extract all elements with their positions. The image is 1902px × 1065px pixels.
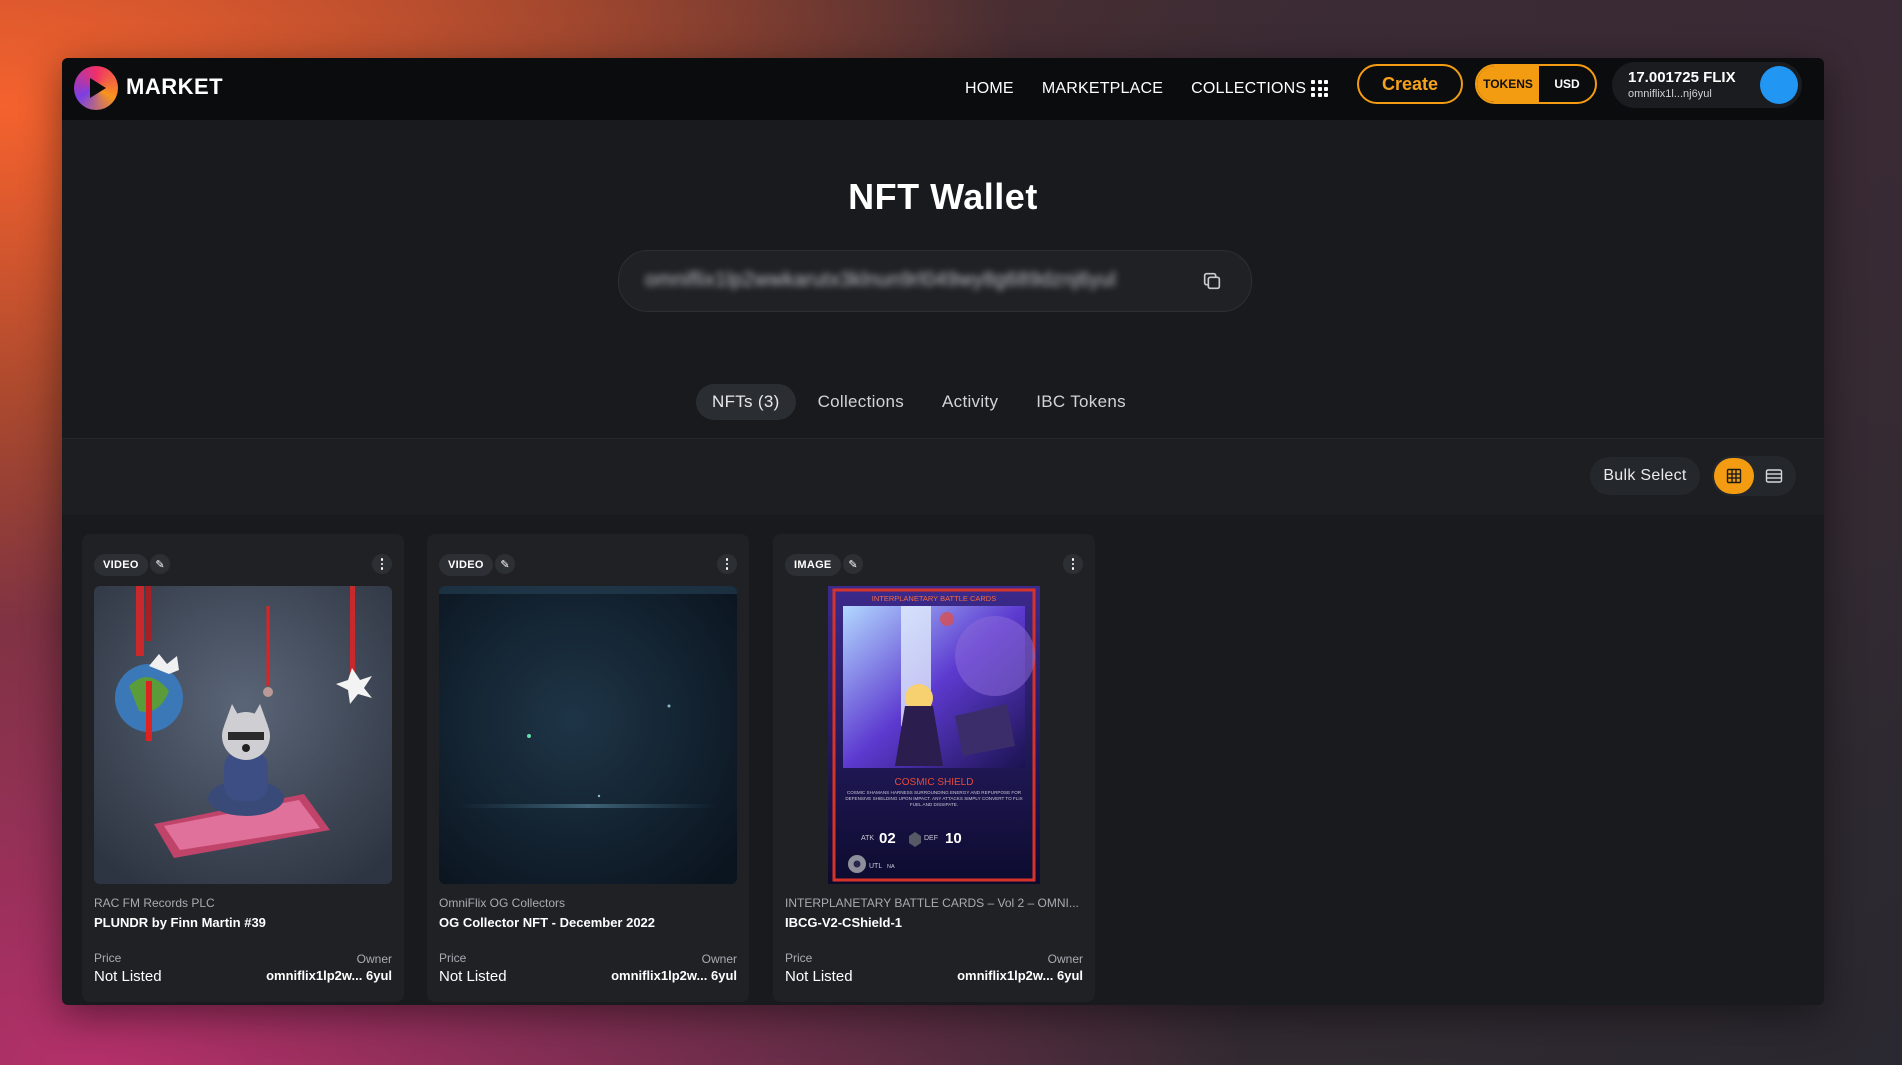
price-label: Price [94, 951, 122, 965]
owner-label: Owner [356, 952, 392, 966]
nft-name[interactable]: PLUNDR by Finn Martin #39 [94, 915, 266, 930]
toggle-usd[interactable]: USD [1539, 66, 1595, 102]
price-label: Price [785, 951, 813, 965]
nft-card[interactable]: IMAGE ✎ INTERPLANETARY BATTLE CARDS COSM… [773, 534, 1095, 1002]
wallet-tabs: NFTs (3) Collections Activity IBC Tokens [696, 384, 1142, 420]
media-type-badge: VIDEO [94, 554, 148, 576]
owner-label: Owner [701, 952, 737, 966]
card-art-def-label: DEF [924, 835, 938, 842]
nft-name[interactable]: OG Collector NFT - December 2022 [439, 915, 655, 930]
nft-toolbar: Bulk Select [62, 439, 1824, 515]
edit-icon: ✎ [843, 554, 863, 574]
copy-icon[interactable] [1201, 270, 1223, 292]
nft-name[interactable]: IBCG-V2-CShield-1 [785, 915, 902, 930]
more-options-icon[interactable] [717, 554, 737, 574]
card-art-description: COSMIC SHAMANS HARNESS SURROUNDING ENERG… [845, 790, 1023, 807]
card-art-util-label: UTL [869, 863, 882, 870]
collection-name[interactable]: RAC FM Records PLC [94, 896, 215, 910]
tab-ibc-tokens[interactable]: IBC Tokens [1020, 384, 1142, 420]
edit-icon: ✎ [150, 554, 170, 574]
nav-link-collections[interactable]: COLLECTIONS [1191, 80, 1306, 98]
price-value: Not Listed [94, 968, 162, 985]
collection-name[interactable]: OmniFlix OG Collectors [439, 896, 565, 910]
wallet-balance: 17.001725 FLIX [1628, 69, 1736, 86]
page-title: NFT Wallet [848, 176, 1038, 217]
wallet-address-box: omniflix1lp2wwkarutx3klnun9rl049wy8g689d… [618, 250, 1252, 312]
media-type-badge: IMAGE [785, 554, 841, 576]
owner-value[interactable]: omniflix1lp2w... 6yul [611, 968, 737, 983]
card-art-header: INTERPLANETARY BATTLE CARDS [872, 594, 996, 603]
more-options-icon[interactable] [1063, 554, 1083, 574]
wallet-address-short: omniflix1l...nj6yul [1628, 88, 1712, 100]
nft-card[interactable]: VIDEO ✎ [427, 534, 749, 1002]
list-icon [1765, 469, 1783, 483]
nft-card[interactable]: VIDEO ✎ [82, 534, 404, 1002]
create-button[interactable]: Create [1357, 64, 1463, 104]
tab-collections[interactable]: Collections [802, 384, 920, 420]
nav-link-home[interactable]: HOME [965, 80, 1014, 98]
tab-nfts[interactable]: NFTs (3) [696, 384, 796, 420]
grid-view-button[interactable] [1714, 458, 1754, 494]
toggle-tokens[interactable]: TOKENS [1477, 66, 1539, 102]
account-chip[interactable]: 17.001725 FLIX omniflix1l...nj6yul [1612, 62, 1802, 108]
top-navbar: MARKET HOME MARKETPLACE COLLECTIONS Crea… [62, 58, 1824, 120]
nft-media[interactable] [439, 586, 737, 884]
avatar[interactable] [1760, 66, 1798, 104]
nav-link-marketplace[interactable]: MARKETPLACE [1042, 80, 1163, 98]
view-toggle [1712, 456, 1796, 496]
card-art-atk-value: 02 [879, 830, 896, 847]
price-value: Not Listed [785, 968, 853, 985]
more-options-icon[interactable] [372, 554, 392, 574]
grid-icon [1726, 468, 1742, 484]
edit-icon: ✎ [495, 554, 515, 574]
wallet-address: omniflix1lp2wwkarutx3klnun9rl049wy8g689d… [645, 269, 1117, 291]
nft-media[interactable] [94, 586, 392, 884]
logo-icon[interactable] [74, 66, 118, 110]
tab-activity[interactable]: Activity [926, 384, 1014, 420]
currency-toggle[interactable]: TOKENS USD [1475, 64, 1597, 104]
card-art-title: COSMIC SHIELD [895, 777, 974, 788]
list-view-button[interactable] [1756, 458, 1792, 494]
card-art-util-value: NA [887, 864, 895, 870]
collection-name[interactable]: INTERPLANETARY BATTLE CARDS – Vol 2 – OM… [785, 896, 1079, 910]
nft-media[interactable]: INTERPLANETARY BATTLE CARDS COSMIC SHIEL… [785, 586, 1083, 884]
owner-value[interactable]: omniflix1lp2w... 6yul [266, 968, 392, 983]
owner-value[interactable]: omniflix1lp2w... 6yul [957, 968, 1083, 983]
media-type-badge: VIDEO [439, 554, 493, 576]
owner-label: Owner [1047, 952, 1083, 966]
brand-name[interactable]: MARKET [126, 74, 223, 100]
card-art-atk-label: ATK [861, 835, 874, 842]
apps-grid-icon[interactable] [1311, 80, 1328, 97]
nav-links: HOME MARKETPLACE COLLECTIONS [965, 58, 1306, 120]
app-window: MARKET HOME MARKETPLACE COLLECTIONS Crea… [62, 58, 1824, 1005]
card-art-def-value: 10 [945, 830, 962, 847]
bulk-select-button[interactable]: Bulk Select [1590, 457, 1700, 495]
price-value: Not Listed [439, 968, 507, 985]
price-label: Price [439, 951, 467, 965]
